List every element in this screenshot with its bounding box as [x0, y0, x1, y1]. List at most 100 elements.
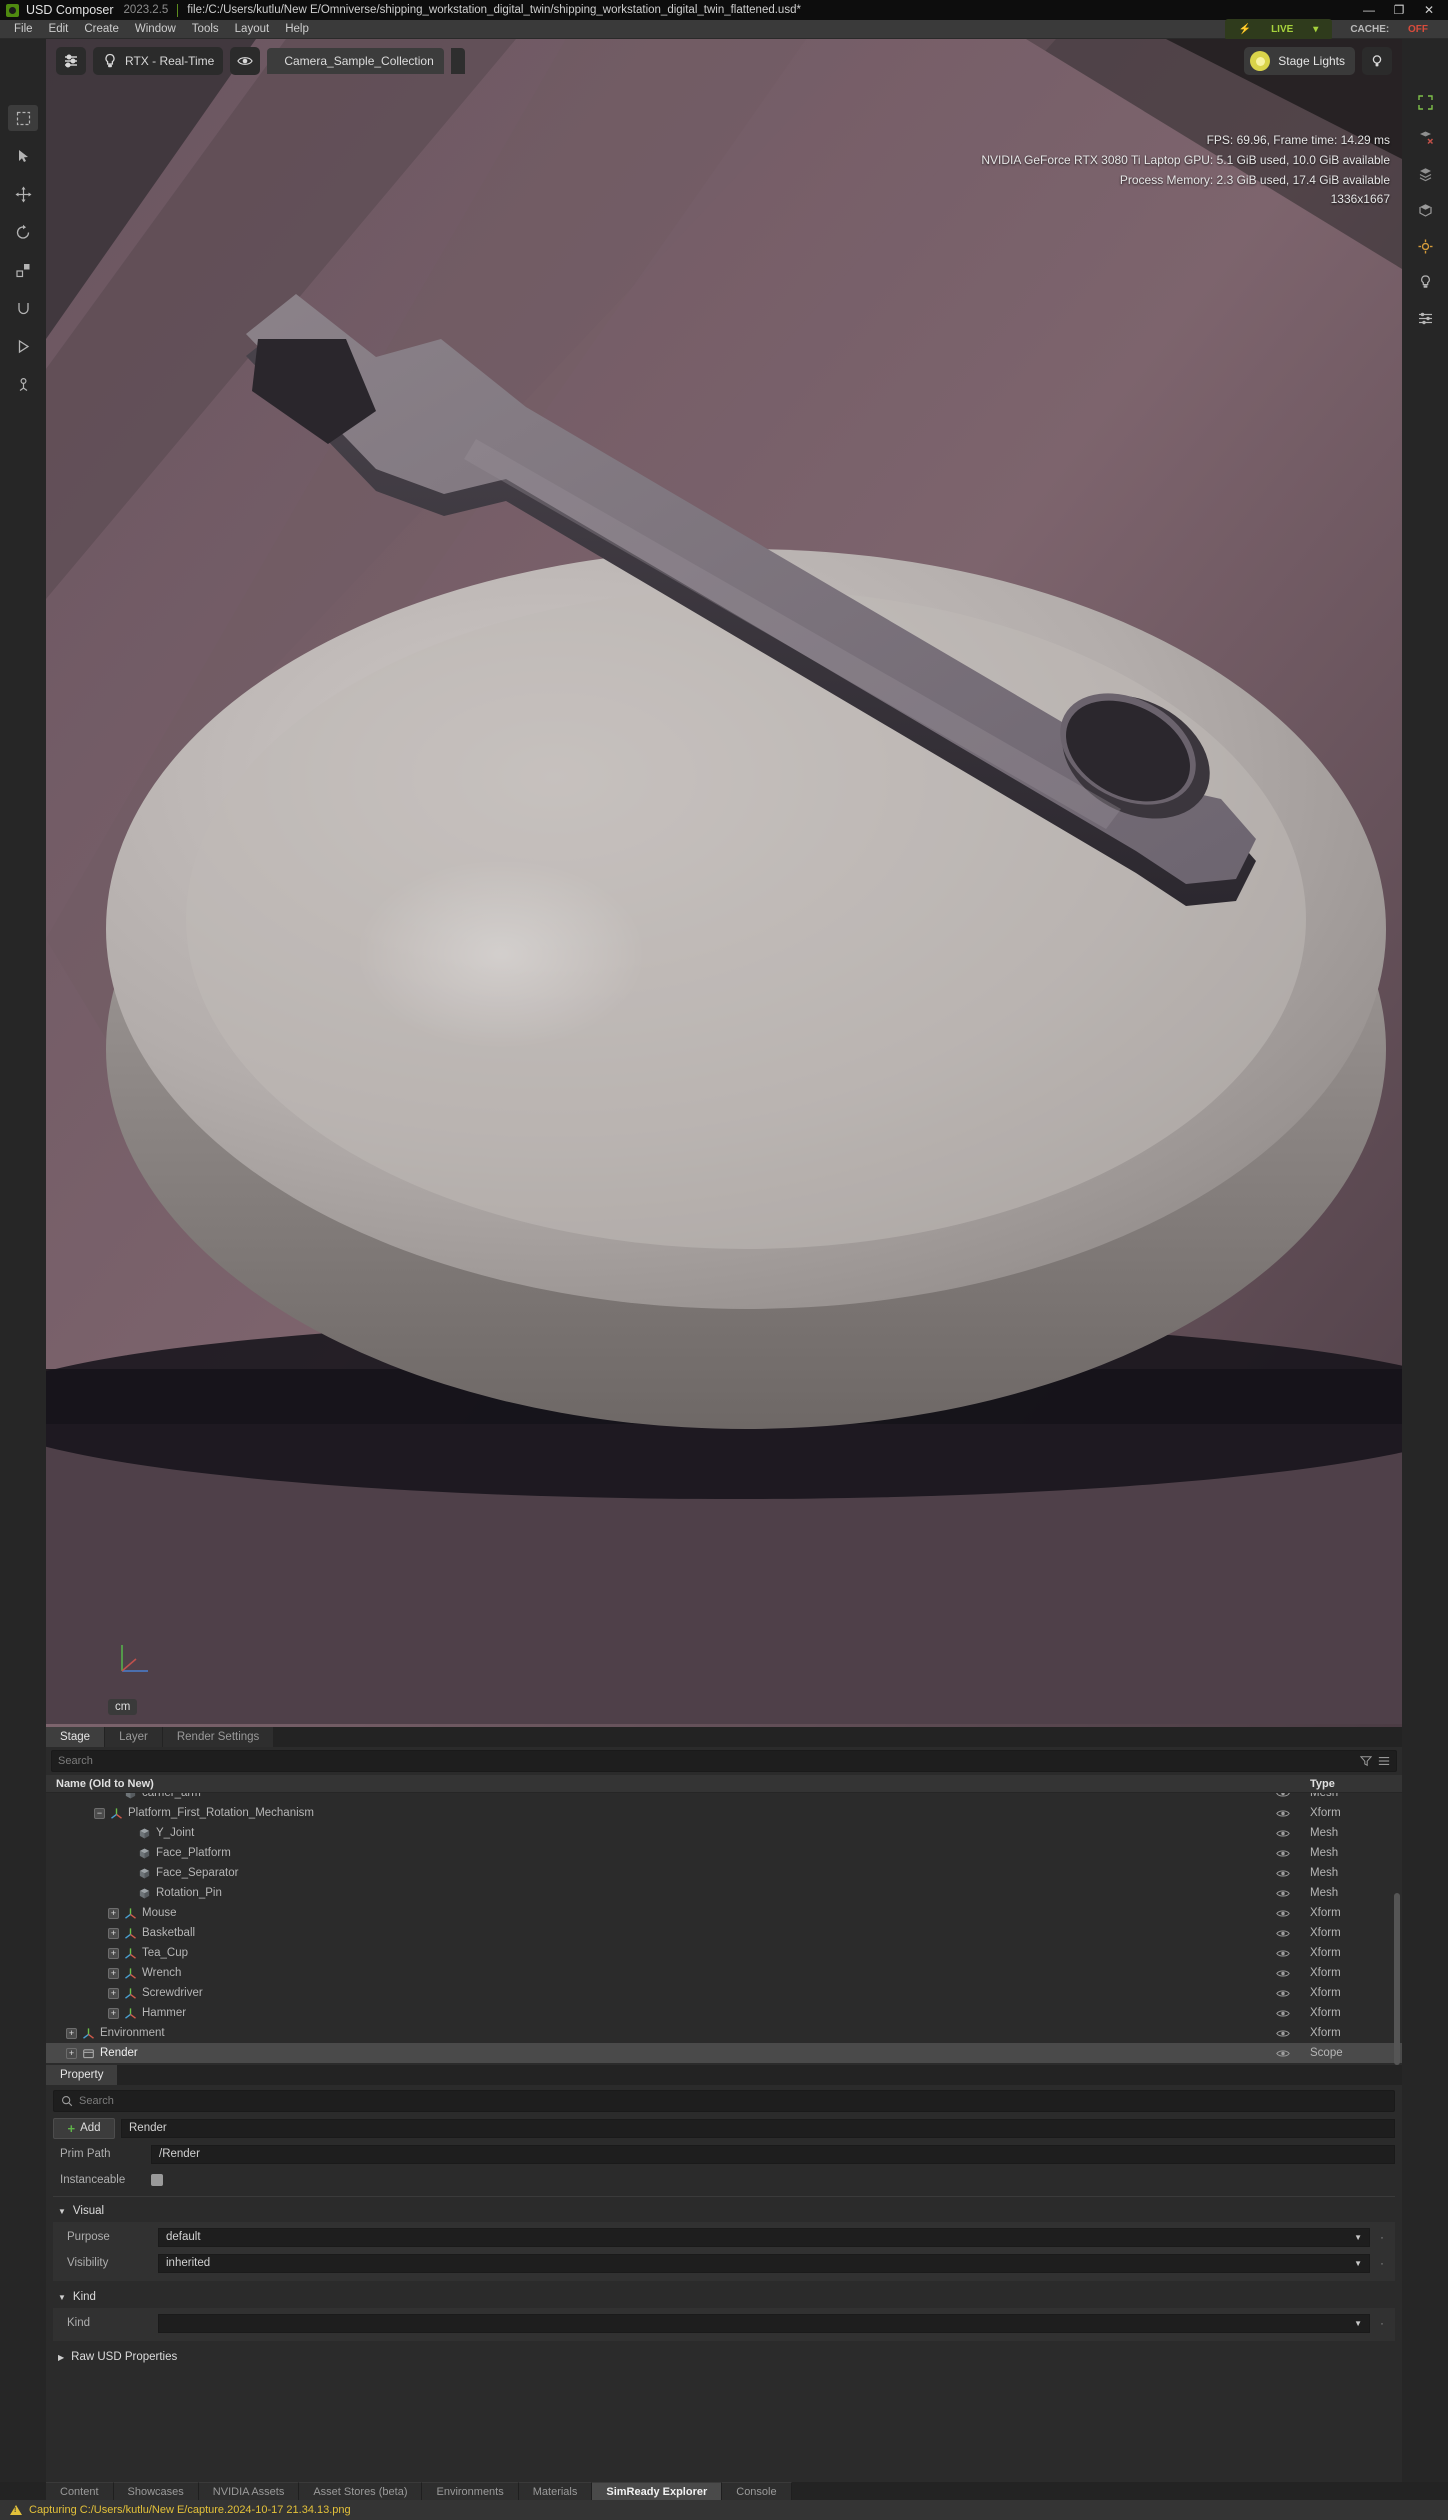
visibility-icon[interactable]	[1276, 1808, 1290, 1819]
bottom-tab-console[interactable]: Console	[722, 2482, 792, 2500]
property-dropdown-purpose[interactable]: default ▼	[158, 2227, 1370, 2247]
prim-name-field[interactable]: Render	[121, 2118, 1395, 2138]
visibility-icon[interactable]	[1276, 1908, 1290, 1919]
left-rail-move-tool[interactable]	[8, 181, 38, 207]
row-visibility-toggle[interactable]	[1264, 2048, 1302, 2059]
bottom-tab-asset-stores-beta[interactable]: Asset Stores (beta)	[299, 2482, 423, 2500]
table-row[interactable]: + Environment Xform	[46, 2023, 1402, 2043]
visibility-icon[interactable]	[1276, 1948, 1290, 1959]
bottom-tab-environments[interactable]: Environments	[422, 2482, 519, 2500]
cache-status[interactable]: CACHE: OFF	[1342, 20, 1436, 39]
renderer-selector[interactable]: RTX - Real-Time	[93, 47, 224, 75]
row-visibility-toggle[interactable]	[1264, 1808, 1302, 1819]
camera-selector[interactable]: Camera_Sample_Collection	[267, 48, 444, 74]
visibility-icon[interactable]	[1276, 1888, 1290, 1899]
visibility-icon[interactable]	[1276, 1828, 1290, 1839]
viewport[interactable]: RTX - Real-Time Camera_Sample_Collection…	[46, 39, 1402, 1727]
property-dropdown-visibility[interactable]: inherited ▼	[158, 2253, 1370, 2273]
minimize-button[interactable]: —	[1354, 0, 1384, 20]
filter-icon[interactable]	[1360, 1755, 1372, 1767]
row-visibility-toggle[interactable]	[1264, 1908, 1302, 1919]
options-icon[interactable]	[1378, 1755, 1390, 1767]
table-row[interactable]: Y_Joint Mesh	[46, 1823, 1402, 1843]
menu-file[interactable]: File	[6, 20, 41, 39]
visibility-icon[interactable]	[1276, 1793, 1290, 1799]
expand-icon[interactable]: +	[108, 1967, 119, 1979]
expand-icon[interactable]: +	[108, 2007, 119, 2019]
property-dropdown-kind[interactable]: ▼	[158, 2313, 1370, 2333]
visibility-icon[interactable]	[1276, 1868, 1290, 1879]
visibility-icon[interactable]	[1276, 1928, 1290, 1939]
property-search-input[interactable]: Search	[79, 2095, 114, 2107]
visibility-icon[interactable]	[1276, 1848, 1290, 1859]
add-property-button[interactable]: + Add	[53, 2117, 115, 2139]
row-visibility-toggle[interactable]	[1264, 2008, 1302, 2019]
stage-tree[interactable]: carrier_arm Mesh − Platform_First_Rotation_…	[46, 1793, 1402, 2065]
left-rail-select-rect-tool[interactable]	[8, 105, 38, 131]
tab-property[interactable]: Property	[46, 2065, 119, 2085]
left-rail-physics-tool[interactable]	[8, 371, 38, 397]
stage-lights-button[interactable]: Stage Lights	[1244, 47, 1355, 75]
expand-icon[interactable]: +	[108, 1947, 119, 1959]
bottom-tab-materials[interactable]: Materials	[518, 2482, 593, 2500]
left-rail-cursor-select-tool[interactable]	[8, 143, 38, 169]
visibility-icon[interactable]	[1276, 2048, 1290, 2059]
left-rail-snap-tool[interactable]	[8, 295, 38, 321]
table-row[interactable]: + Mouse Xform	[46, 1903, 1402, 1923]
left-rail-scale-tool[interactable]	[8, 257, 38, 283]
table-row[interactable]: + Screwdriver Xform	[46, 1983, 1402, 2003]
close-button[interactable]: ✕	[1414, 0, 1444, 20]
row-visibility-toggle[interactable]	[1264, 1793, 1302, 1799]
menu-tools[interactable]: Tools	[184, 20, 227, 39]
table-row[interactable]: + Render Scope	[46, 2043, 1402, 2063]
row-visibility-toggle[interactable]	[1264, 1928, 1302, 1939]
right-rail-render-settings-icon[interactable]	[1410, 233, 1440, 259]
row-visibility-toggle[interactable]	[1264, 1988, 1302, 1999]
prim-path-field[interactable]: /Render	[151, 2144, 1395, 2164]
table-row[interactable]: Face_Separator Mesh	[46, 1863, 1402, 1883]
table-row[interactable]: + Tea_Cup Xform	[46, 1943, 1402, 1963]
visibility-icon[interactable]	[1276, 2008, 1290, 2019]
visibility-icon[interactable]	[1276, 1988, 1290, 1999]
table-row[interactable]: Rotation_Pin Mesh	[46, 1883, 1402, 1903]
live-toggle[interactable]: ⚡ LIVE ▾	[1224, 19, 1333, 40]
expand-icon[interactable]: +	[108, 1927, 119, 1939]
expand-icon[interactable]: +	[108, 1907, 119, 1919]
table-row[interactable]: + Basketball Xform	[46, 1923, 1402, 1943]
row-visibility-toggle[interactable]	[1264, 1968, 1302, 1979]
table-row[interactable]: + Wrench Xform	[46, 1963, 1402, 1983]
table-row[interactable]: carrier_arm Mesh	[46, 1793, 1402, 1803]
bottom-tab-simready-explorer[interactable]: SimReady Explorer	[592, 2482, 723, 2500]
menu-help[interactable]: Help	[277, 20, 317, 39]
light-rig-button[interactable]	[1362, 47, 1392, 75]
row-visibility-toggle[interactable]	[1264, 1868, 1302, 1879]
menu-edit[interactable]: Edit	[41, 20, 77, 39]
chevron-down-icon[interactable]: ▼	[1354, 2233, 1362, 2242]
right-rail-sliders-icon[interactable]	[1410, 305, 1440, 331]
column-header-type[interactable]: Type	[1302, 1778, 1402, 1790]
chevron-down-icon[interactable]: ▼	[1354, 2319, 1362, 2328]
camera-tab-overflow[interactable]	[450, 48, 465, 74]
row-visibility-toggle[interactable]	[1264, 1828, 1302, 1839]
section-header-kind[interactable]: ▼ Kind	[46, 2286, 1402, 2308]
visibility-icon[interactable]	[1276, 2028, 1290, 2039]
section-header-visual[interactable]: ▼ Visual	[46, 2200, 1402, 2222]
right-rail-remove-layer-icon[interactable]	[1410, 125, 1440, 151]
property-more-button[interactable]: ·	[1376, 2230, 1388, 2244]
expand-icon[interactable]: +	[108, 1987, 119, 1999]
table-row[interactable]: Face_Platform Mesh	[46, 1843, 1402, 1863]
row-visibility-toggle[interactable]	[1264, 2028, 1302, 2039]
table-row[interactable]: − Platform_First_Rotation_Mechanism Xform	[46, 1803, 1402, 1823]
row-visibility-toggle[interactable]	[1264, 1848, 1302, 1859]
row-visibility-toggle[interactable]	[1264, 1888, 1302, 1899]
property-more-button[interactable]: ·	[1376, 2256, 1388, 2270]
menu-window[interactable]: Window	[127, 20, 184, 39]
viewport-visibility-button[interactable]	[230, 47, 261, 75]
maximize-button[interactable]: ❐	[1384, 0, 1414, 20]
table-row[interactable]: + Hammer Xform	[46, 2003, 1402, 2023]
right-rail-lighting-icon[interactable]	[1410, 269, 1440, 295]
stage-tab-layer[interactable]: Layer	[105, 1727, 163, 1747]
expand-icon[interactable]: +	[66, 2027, 77, 2039]
instanceable-checkbox[interactable]	[151, 2174, 163, 2186]
stage-tree-scrollbar[interactable]	[1394, 1893, 1400, 2065]
